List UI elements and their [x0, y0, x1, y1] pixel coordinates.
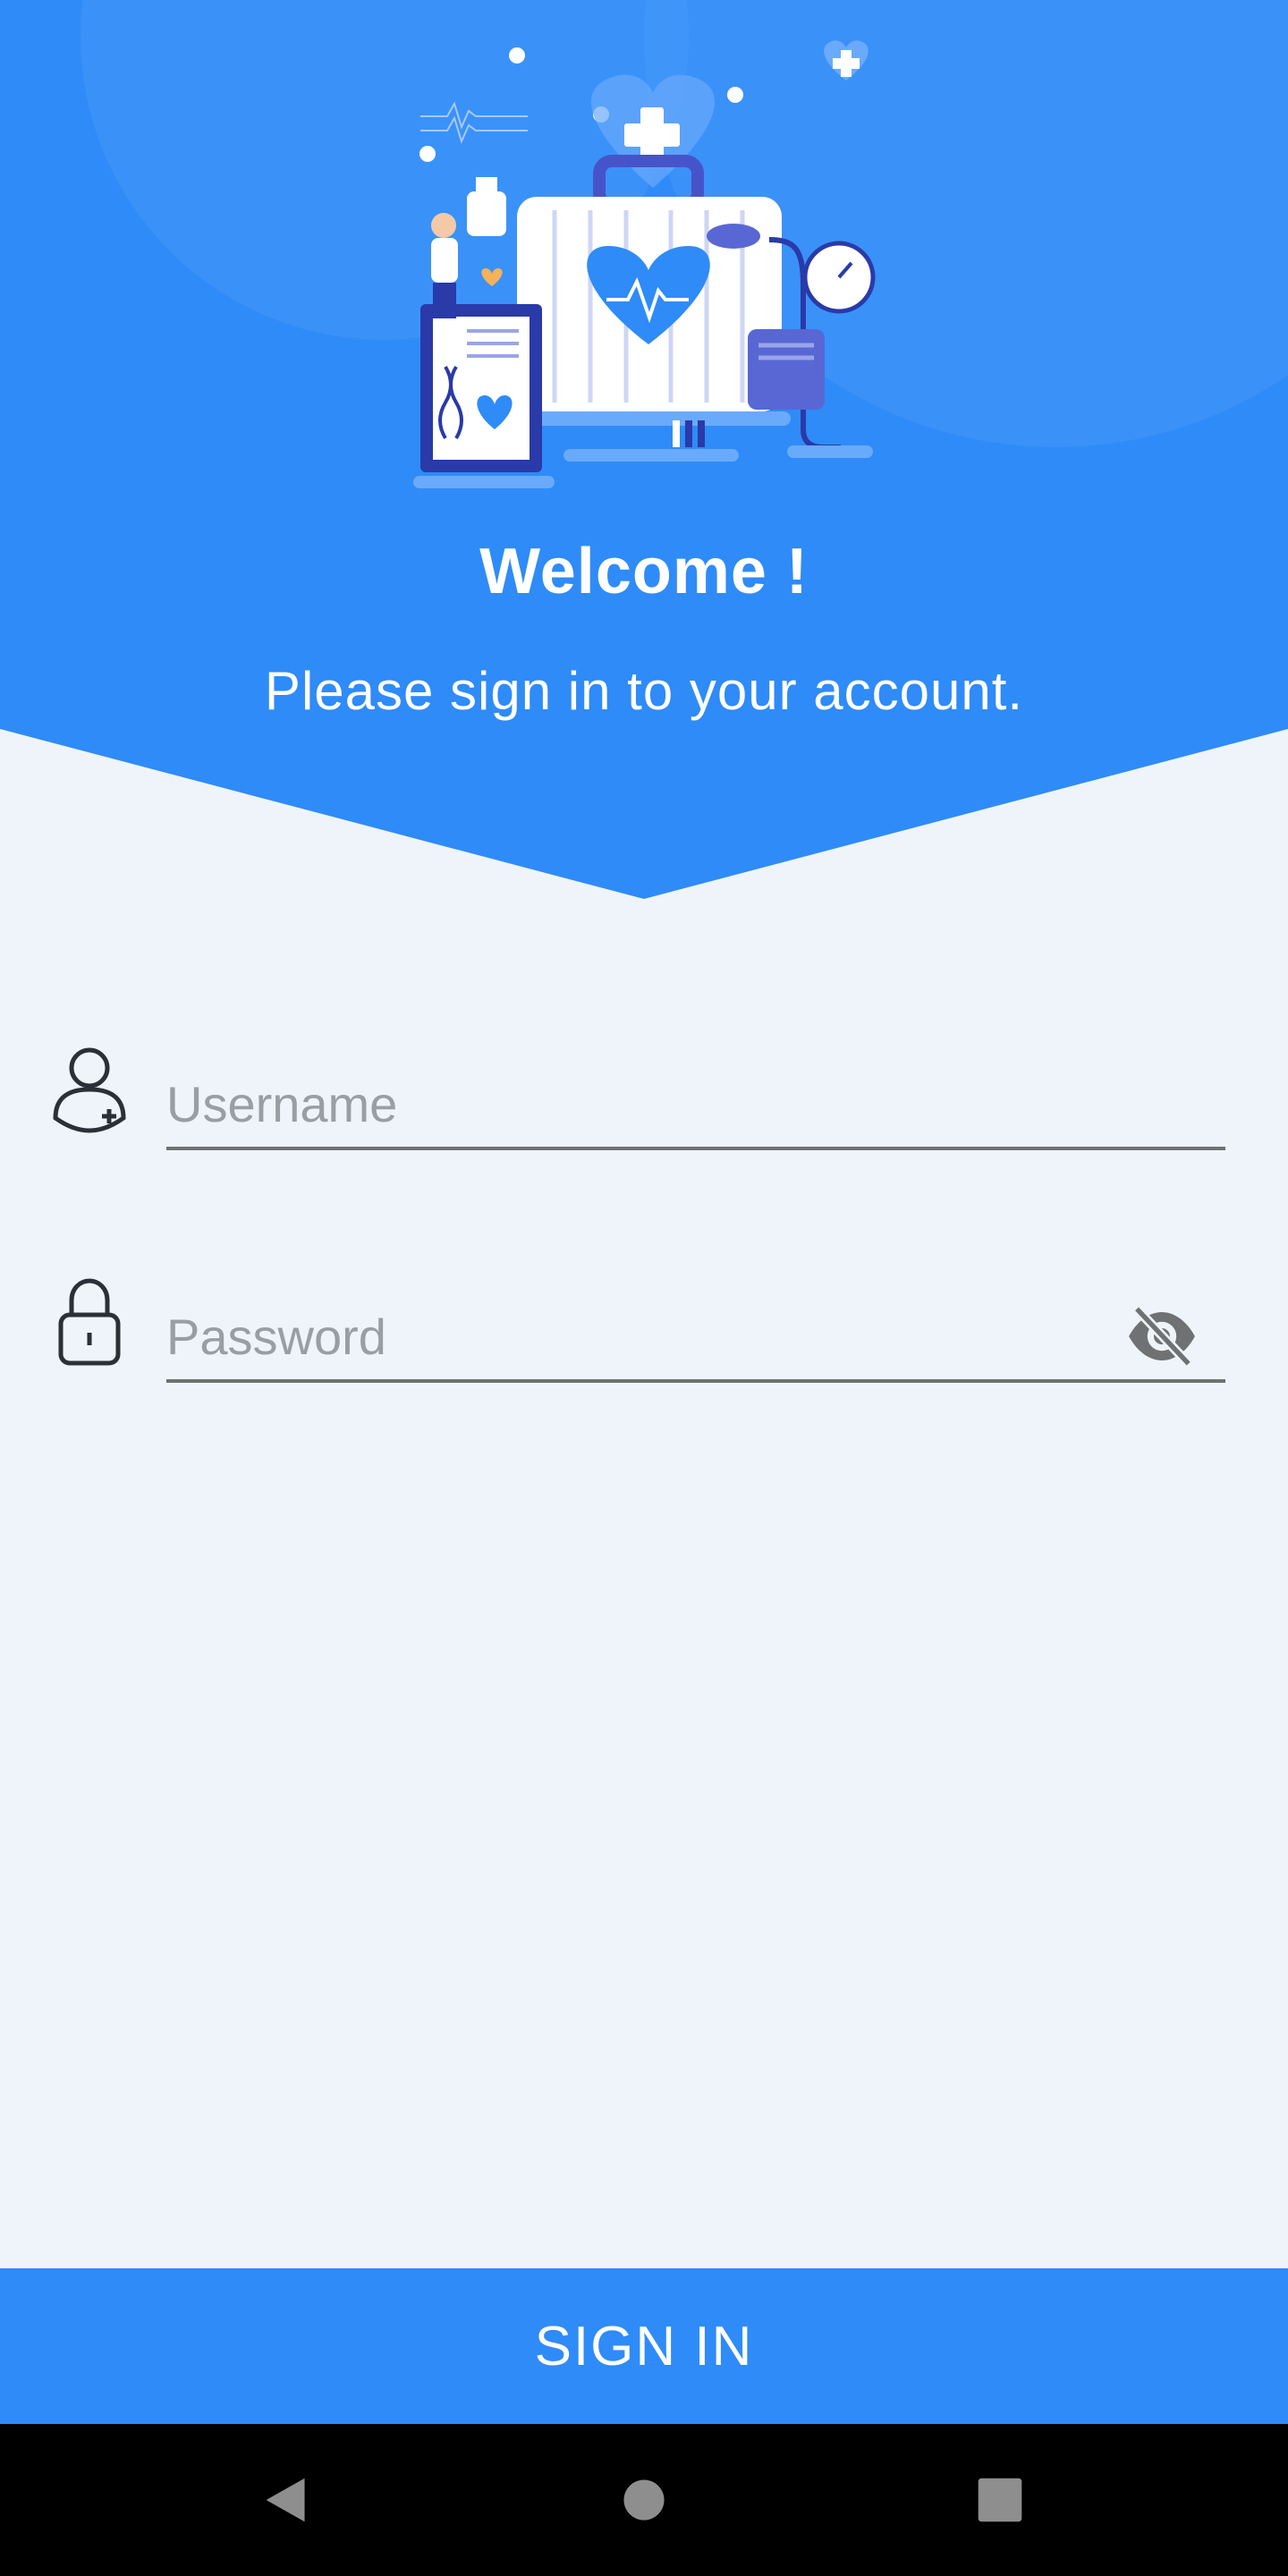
system-navigation-bar [0, 2424, 1288, 2576]
password-field[interactable] [166, 1284, 1225, 1383]
password-input[interactable] [166, 1301, 1061, 1372]
sign-in-button[interactable]: SIGN IN [0, 2268, 1288, 2424]
signin-subtitle: Please sign in to your account. [264, 661, 1024, 721]
medical-kit-illustration [394, 18, 894, 501]
user-icon [48, 1045, 131, 1134]
username-field[interactable] [166, 1052, 1225, 1150]
home-circle-icon[interactable] [581, 2424, 707, 2576]
lock-icon [48, 1277, 131, 1367]
recents-square-icon[interactable] [937, 2424, 1063, 2576]
eye-off-icon[interactable] [1122, 1301, 1202, 1372]
back-triangle-icon[interactable] [224, 2424, 349, 2576]
username-input[interactable] [166, 1068, 1061, 1140]
welcome-heading: Welcome ! [479, 536, 809, 607]
